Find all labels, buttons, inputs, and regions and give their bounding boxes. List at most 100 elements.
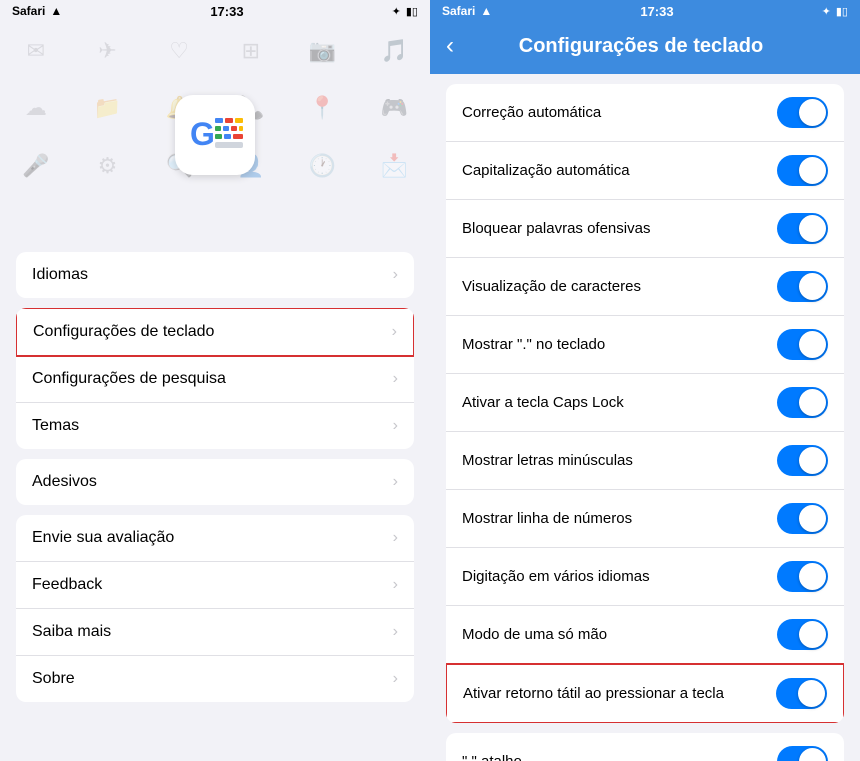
settings-item-one-hand-label: Modo de uma só mão [462, 626, 777, 643]
settings-item-period-shortcut[interactable]: "." atalho [446, 733, 844, 761]
toggle-caps-lock[interactable] [777, 387, 828, 418]
back-button[interactable]: ‹ [446, 32, 454, 60]
back-chevron-icon: ‹ [446, 32, 454, 60]
menu-item-adesivos[interactable]: Adesivos › [16, 459, 414, 505]
learn-more-chevron-icon: › [393, 623, 398, 641]
settings-item-caps-lock[interactable]: Ativar a tecla Caps Lock [446, 374, 844, 432]
left-time: 17:33 [210, 4, 243, 19]
left-status-bar-left: Safari ▲ [12, 4, 62, 18]
menu-section-languages: Idiomas › [16, 252, 414, 298]
settings-list[interactable]: Correção automática Capitalização automá… [430, 74, 860, 761]
toggle-show-dot[interactable] [777, 329, 828, 360]
toggle-auto-cap[interactable] [777, 155, 828, 186]
left-carrier: Safari [12, 4, 45, 18]
rate-chevron-icon: › [393, 529, 398, 547]
about-chevron-icon: › [393, 670, 398, 688]
bg-icon-3: ♡ [143, 22, 215, 80]
menu-item-keyboard-settings[interactable]: Configurações de teclado › [16, 308, 414, 357]
settings-item-period-shortcut-label: "." atalho [462, 753, 777, 761]
settings-item-auto-cap-label: Capitalização automática [462, 162, 777, 179]
bg-icon-4: ⊞ [215, 22, 287, 80]
settings-item-show-dot-label: Mostrar "." no teclado [462, 336, 777, 353]
menu-item-keyboard-settings-label: Configurações de teclado [33, 323, 214, 341]
left-panel: Safari ▲ 17:33 ✦ ▮▯ ✉ ✈ ♡ ⊞ 📷 🎵 ☁ 📁 🔔 📞 … [0, 0, 430, 761]
menu-item-themes-label: Temas [32, 417, 79, 435]
feedback-chevron-icon: › [393, 576, 398, 594]
left-status-bar: Safari ▲ 17:33 ✦ ▮▯ [0, 0, 430, 22]
menu-item-rate-label: Envie sua avaliação [32, 529, 174, 547]
left-status-bar-right: ✦ ▮▯ [392, 5, 418, 18]
menu-section-more: Envie sua avaliação › Feedback › Saiba m… [16, 515, 414, 702]
menu-item-about-label: Sobre [32, 670, 75, 688]
toggle-auto-correction[interactable] [777, 97, 828, 128]
right-status-bar-left: Safari ▲ [442, 4, 492, 18]
right-carrier: Safari [442, 4, 475, 18]
right-status-bar: Safari ▲ 17:33 ✦ ▮▯ [430, 0, 860, 22]
right-time: 17:33 [640, 4, 673, 19]
bg-icon-13: 🎤 [0, 137, 72, 195]
left-battery-icon: ▮▯ [406, 5, 418, 18]
toggle-one-hand[interactable] [777, 619, 828, 650]
settings-item-auto-correction[interactable]: Correção automática [446, 84, 844, 142]
menu-item-search-settings[interactable]: Configurações de pesquisa › [16, 356, 414, 403]
toggle-number-row[interactable] [777, 503, 828, 534]
right-bluetooth-icon: ✦ [822, 5, 831, 18]
keyboard-settings-chevron-icon: › [392, 323, 397, 341]
left-bluetooth-icon: ✦ [392, 5, 401, 18]
menu-item-themes[interactable]: Temas › [16, 403, 414, 449]
settings-item-char-preview[interactable]: Visualização de caracteres [446, 258, 844, 316]
menu-item-feedback[interactable]: Feedback › [16, 562, 414, 609]
menu-item-search-settings-label: Configurações de pesquisa [32, 370, 226, 388]
settings-item-number-row-label: Mostrar linha de números [462, 510, 777, 527]
settings-section-period: "." atalho [446, 733, 844, 761]
left-menu-sections: Idiomas › Configurações de teclado › Con… [0, 252, 430, 761]
toggle-haptic[interactable] [776, 678, 827, 709]
adesivos-chevron-icon: › [393, 473, 398, 491]
settings-item-block-offensive-label: Bloquear palavras ofensivas [462, 220, 777, 237]
right-battery-icon: ▮▯ [836, 5, 848, 18]
gboard-logo: G [170, 90, 260, 180]
settings-item-block-offensive[interactable]: Bloquear palavras ofensivas [446, 200, 844, 258]
bg-icon-8: 📁 [72, 80, 144, 138]
settings-item-haptic-label: Ativar retorno tátil ao pressionar a tec… [463, 685, 776, 702]
toggle-multilingual[interactable] [777, 561, 828, 592]
gboard-keyboard-svg: G [185, 110, 245, 160]
toggle-period-shortcut[interactable] [777, 746, 828, 761]
settings-item-number-row[interactable]: Mostrar linha de números [446, 490, 844, 548]
menu-item-rate[interactable]: Envie sua avaliação › [16, 515, 414, 562]
menu-section-stickers: Adesivos › [16, 459, 414, 505]
left-wifi-icon: ▲ [50, 4, 62, 18]
bg-icon-12: 🎮 [358, 80, 430, 138]
menu-item-feedback-label: Feedback [32, 576, 102, 594]
right-status-bar-right: ✦ ▮▯ [822, 5, 848, 18]
toggle-block-offensive[interactable] [777, 213, 828, 244]
menu-item-adesivos-label: Adesivos [32, 473, 97, 491]
gboard-logo-inner: G [175, 95, 255, 175]
bg-icon-17: 🕐 [287, 137, 359, 195]
idiomas-chevron-icon: › [393, 266, 398, 284]
menu-item-about[interactable]: Sobre › [16, 656, 414, 702]
bg-icon-7: ☁ [0, 80, 72, 138]
toggle-lowercase[interactable] [777, 445, 828, 476]
settings-item-caps-lock-label: Ativar a tecla Caps Lock [462, 394, 777, 411]
menu-item-learn-more-label: Saiba mais [32, 623, 111, 641]
right-wifi-icon: ▲ [480, 4, 492, 18]
settings-item-auto-cap[interactable]: Capitalização automática [446, 142, 844, 200]
settings-item-haptic[interactable]: Ativar retorno tátil ao pressionar a tec… [446, 663, 844, 723]
settings-item-lowercase[interactable]: Mostrar letras minúsculas [446, 432, 844, 490]
bg-icon-11: 📍 [287, 80, 359, 138]
menu-section-settings: Configurações de teclado › Configurações… [16, 308, 414, 449]
settings-item-show-dot[interactable]: Mostrar "." no teclado [446, 316, 844, 374]
settings-item-multilingual[interactable]: Digitação em vários idiomas [446, 548, 844, 606]
bg-icon-6: 🎵 [358, 22, 430, 80]
themes-chevron-icon: › [393, 417, 398, 435]
settings-item-char-preview-label: Visualização de caracteres [462, 278, 777, 295]
svg-text:G: G [190, 116, 215, 152]
toggle-char-preview[interactable] [777, 271, 828, 302]
settings-item-one-hand[interactable]: Modo de uma só mão [446, 606, 844, 664]
menu-item-idiomas[interactable]: Idiomas › [16, 252, 414, 298]
bg-icon-1: ✉ [0, 22, 72, 80]
search-settings-chevron-icon: › [393, 370, 398, 388]
settings-section-main: Correção automática Capitalização automá… [446, 84, 844, 723]
menu-item-learn-more[interactable]: Saiba mais › [16, 609, 414, 656]
